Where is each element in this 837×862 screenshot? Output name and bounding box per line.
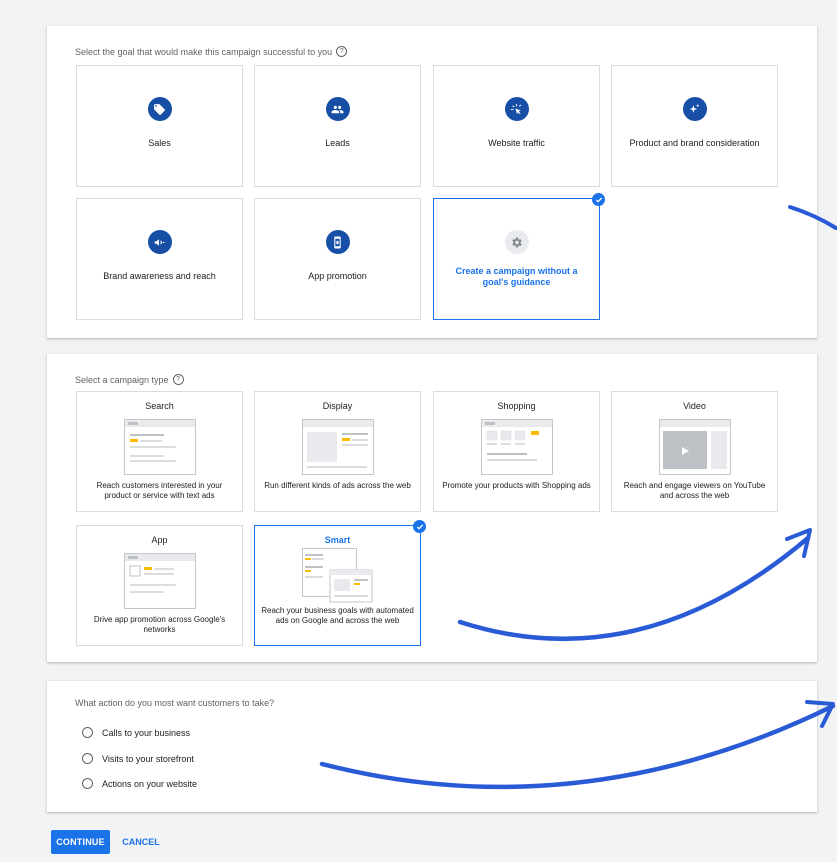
- radio-button[interactable]: [82, 727, 93, 738]
- radio-label: Actions on your website: [102, 778, 198, 789]
- type-description: Reach and engage viewers on YouTube and …: [623, 481, 766, 500]
- tag-icon: [147, 97, 172, 121]
- radio-button[interactable]: [82, 753, 93, 764]
- goal-section-label: Select the goal that would make this cam…: [75, 46, 348, 57]
- display-ad-thumbnail: [301, 419, 374, 475]
- type-title: App: [151, 535, 168, 545]
- gear-icon: [504, 230, 529, 254]
- app-ad-thumbnail: [123, 553, 196, 609]
- goal-card-no-guidance[interactable]: Create a campaign without a goal's guida…: [433, 193, 605, 320]
- goal-card-brand-awareness[interactable]: Brand awareness and reach: [76, 198, 243, 320]
- goal-card-sales[interactable]: Sales: [76, 65, 243, 187]
- cursor-click-icon: [504, 97, 529, 121]
- goal-label: Product and brand consideration: [629, 138, 760, 148]
- cancel-button[interactable]: CANCEL: [116, 830, 166, 854]
- radio-label: Visits to your storefront: [102, 753, 194, 764]
- campaign-type-panel: Select a campaign type ? Search Reach cu…: [47, 354, 817, 662]
- goal-label: Sales: [148, 138, 171, 148]
- radio-label: Calls to your business: [102, 727, 191, 738]
- goal-label: Website traffic: [488, 138, 545, 148]
- type-card-app[interactable]: App Drive app promotion across Google's …: [76, 525, 243, 646]
- check-icon: [592, 193, 605, 206]
- type-card-smart[interactable]: Smart Reach your business goals with aut…: [254, 520, 426, 646]
- radio-option-storefront[interactable]: Visits to your storefront: [82, 753, 194, 764]
- goal-card-website-traffic[interactable]: Website traffic: [433, 65, 600, 187]
- sparkle-icon: [682, 97, 707, 121]
- continue-button[interactable]: CONTINUE: [51, 830, 110, 854]
- type-description: Drive app promotion across Google's netw…: [93, 615, 226, 634]
- check-icon: [413, 520, 426, 533]
- megaphone-icon: [147, 230, 172, 254]
- goal-card-leads[interactable]: Leads: [254, 65, 421, 187]
- goal-card-product-brand-consideration[interactable]: Product and brand consideration: [611, 65, 778, 187]
- action-question: What action do you most want customers t…: [75, 698, 275, 708]
- radio-button[interactable]: [82, 778, 93, 789]
- type-description: Promote your products with Shopping ads: [442, 481, 591, 490]
- type-title: Smart: [324, 535, 351, 545]
- goal-label: Create a campaign without a goal's guida…: [455, 266, 578, 287]
- type-section-label: Select a campaign type ?: [75, 374, 184, 385]
- radio-option-website[interactable]: Actions on your website: [82, 778, 197, 789]
- type-description: Reach customers interested in your produ…: [96, 481, 223, 500]
- search-ad-thumbnail: [123, 419, 196, 475]
- type-title: Shopping: [497, 401, 536, 411]
- customer-action-panel: What action do you most want customers t…: [47, 681, 817, 812]
- goal-label: App promotion: [308, 271, 367, 281]
- people-icon: [325, 97, 350, 121]
- shopping-ad-thumbnail: [480, 419, 553, 475]
- type-card-display[interactable]: Display Run different kinds of ads acros…: [254, 391, 421, 512]
- type-card-video[interactable]: Video Reach and engage viewers on YouTub…: [611, 391, 778, 512]
- goal-label: Leads: [325, 138, 350, 148]
- type-title: Video: [683, 401, 706, 411]
- smart-ad-thumbnail: [301, 548, 372, 603]
- goal-card-app-promotion[interactable]: App promotion: [254, 198, 421, 320]
- type-description: Run different kinds of ads across the we…: [264, 481, 411, 490]
- radio-option-calls[interactable]: Calls to your business: [82, 727, 190, 738]
- type-card-shopping[interactable]: Shopping Promote your products with Shop…: [433, 391, 600, 512]
- type-title: Search: [145, 401, 174, 411]
- type-card-search[interactable]: Search Reach customers interested in you…: [76, 391, 243, 512]
- help-icon[interactable]: ?: [172, 374, 184, 385]
- goal-selection-panel: Select the goal that would make this cam…: [47, 26, 817, 338]
- phone-icon: [325, 230, 350, 254]
- goal-label: Brand awareness and reach: [103, 271, 216, 281]
- help-icon[interactable]: ?: [336, 46, 348, 57]
- video-ad-thumbnail: [658, 419, 731, 475]
- type-title: Display: [322, 401, 353, 411]
- type-description: Reach your business goals with automated…: [261, 606, 414, 625]
